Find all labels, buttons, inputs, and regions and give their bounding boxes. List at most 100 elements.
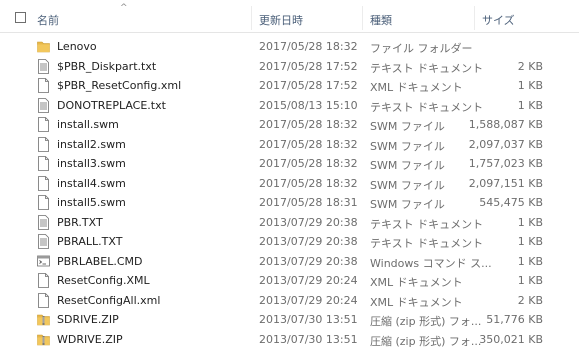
file-date-modified: 2017/05/28 18:31 [259,196,358,209]
file-name: install2.swm [57,137,126,151]
file-row[interactable]: ResetConfig.XML 2013/07/29 20:24 XML ドキュメン… [0,271,579,291]
blank-file-icon [37,156,50,171]
file-row[interactable]: PBR.TXT 2013/07/29 20:38 テキスト ドキュメント 1 KB [0,213,579,233]
file-name: ResetConfig.XML [57,274,150,287]
file-row[interactable]: install2.swm 2017/05/28 18:32 SWM ファイル 2,09… [0,135,579,155]
file-size: 1 KB [517,98,543,112]
file-date-modified: 2013/07/29 20:38 [259,235,358,248]
file-name: PBRLABEL.CMD [57,254,143,268]
column-divider[interactable] [474,6,475,30]
file-row[interactable]: PBRLABEL.CMD 2013/07/29 20:38 Windows コマンド… [0,252,579,272]
file-name: WDRIVE.ZIP [57,332,123,346]
file-name: ResetConfigAll.xml [57,293,161,307]
folder-icon [37,39,50,54]
file-size: 1 KB [517,274,543,287]
file-type: テキスト ドキュメント [370,237,484,250]
file-date-modified: 2017/05/28 17:52 [259,59,358,73]
file-size: 1,588,087 KB [468,118,543,131]
blank-file-icon [37,117,50,132]
file-row[interactable]: install5.swm 2017/05/28 18:31 SWM ファイル 545,… [0,193,579,213]
file-row[interactable]: $PBR_ResetConfig.xml 2017/05/28 17:52 XML … [0,76,579,96]
file-type: テキスト ドキュメント [370,61,484,75]
file-name: Lenovo [57,40,97,53]
file-type: SWM ファイル [370,120,445,133]
file-size: 2,097,151 KB [468,176,543,190]
file-name: install.swm [57,118,119,131]
column-header-size[interactable]: サイズ [482,12,515,28]
file-date-modified: 2013/07/29 20:38 [259,254,358,268]
file-date-modified: 2015/08/13 15:10 [259,98,358,112]
file-size: 545,475 KB [479,196,543,209]
file-size: 350,021 KB [479,332,543,346]
blank-file-icon [37,175,50,191]
column-header-date[interactable]: 更新日時 [259,12,303,28]
file-date-modified: 2013/07/29 20:24 [259,293,358,307]
file-row[interactable]: install4.swm 2017/05/28 18:32 SWM ファイル 2,09… [0,174,579,194]
file-type: テキスト ドキュメント [370,217,484,231]
xml-file-icon [37,292,50,308]
file-type: SWM ファイル [370,178,445,192]
file-type: SWM ファイル [370,198,445,211]
cmd-file-icon [37,254,50,269]
column-header-type[interactable]: 種類 [370,12,392,28]
file-date-modified: 2013/07/29 20:24 [259,274,358,287]
file-name: install3.swm [57,157,126,170]
file-date-modified: 2017/05/28 18:32 [259,137,358,151]
file-size: 2,097,037 KB [468,137,543,151]
file-list: Lenovo 2017/05/28 18:32 ファイル フォルダー $PBR_Dis… [0,37,579,349]
file-type: XML ドキュメント [370,276,463,289]
file-name: PBR.TXT [57,215,103,229]
file-row[interactable]: install.swm 2017/05/28 18:32 SWM ファイル 1,588… [0,115,579,135]
file-row[interactable]: DONOTREPLACE.txt 2015/08/13 15:10 テキスト ドキュ… [0,96,579,116]
file-size: 1 KB [517,235,543,248]
file-type: 圧縮 (zip 形式) フォ... [370,334,482,348]
file-row[interactable]: WDRIVE.ZIP 2013/07/30 13:51 圧縮 (zip 形式) フォ… [0,330,579,350]
file-type: Windows コマンド ス... [370,256,492,270]
blank-file-icon [37,195,50,210]
text-file-icon [37,97,50,113]
file-size: 1,757,023 KB [468,157,543,170]
column-divider[interactable] [362,6,363,30]
file-name: PBRALL.TXT [57,235,123,248]
file-date-modified: 2017/05/28 18:32 [259,176,358,190]
file-type: XML ドキュメント [370,81,463,94]
file-row[interactable]: install3.swm 2017/05/28 18:32 SWM ファイル 1,75… [0,154,579,174]
file-date-modified: 2013/07/30 13:51 [259,313,358,326]
file-date-modified: 2013/07/30 13:51 [259,332,358,346]
file-row[interactable]: $PBR_Diskpart.txt 2017/05/28 17:52 テキスト ドキ… [0,57,579,77]
column-divider[interactable] [251,6,252,30]
file-size: 2 KB [517,59,543,73]
xml-file-icon [37,78,50,93]
file-name: DONOTREPLACE.txt [57,98,166,112]
file-row[interactable]: PBRALL.TXT 2013/07/29 20:38 テキスト ドキュメント 1 K… [0,232,579,252]
file-type: 圧縮 (zip 形式) フォ... [370,315,482,328]
xml-file-icon [37,273,50,288]
file-date-modified: 2017/05/28 18:32 [259,157,358,170]
file-name: install5.swm [57,196,126,209]
file-type: SWM ファイル [370,139,445,153]
file-row[interactable]: Lenovo 2017/05/28 18:32 ファイル フォルダー [0,37,579,57]
file-size: 1 KB [517,215,543,229]
file-row[interactable]: SDRIVE.ZIP 2013/07/30 13:51 圧縮 (zip 形式) フォ… [0,310,579,330]
file-size: 51,776 KB [486,313,543,326]
file-date-modified: 2017/05/28 18:32 [259,118,358,131]
file-row[interactable]: ResetConfigAll.xml 2013/07/29 20:24 XML ドキ… [0,291,579,311]
file-type: テキスト ドキュメント [370,100,484,114]
file-name: $PBR_Diskpart.txt [57,59,157,73]
file-size: 1 KB [517,79,543,92]
column-header-name[interactable]: 名前 [37,12,59,28]
file-size: 1 KB [517,254,543,268]
select-all-checkbox[interactable] [15,12,26,23]
column-header-bar: 名前 ^ 更新日時 種類 サイズ [0,0,579,33]
zip-folder-icon [37,312,50,327]
file-name: $PBR_ResetConfig.xml [57,79,182,92]
zip-folder-icon [37,332,50,347]
file-date-modified: 2017/05/28 17:52 [259,79,358,92]
text-file-icon [37,214,50,230]
file-date-modified: 2013/07/29 20:38 [259,215,358,229]
file-name: SDRIVE.ZIP [57,313,119,326]
file-type: SWM ファイル [370,159,445,172]
blank-file-icon [37,136,50,152]
file-size: 2 KB [517,293,543,307]
file-type: ファイル フォルダー [370,42,473,55]
